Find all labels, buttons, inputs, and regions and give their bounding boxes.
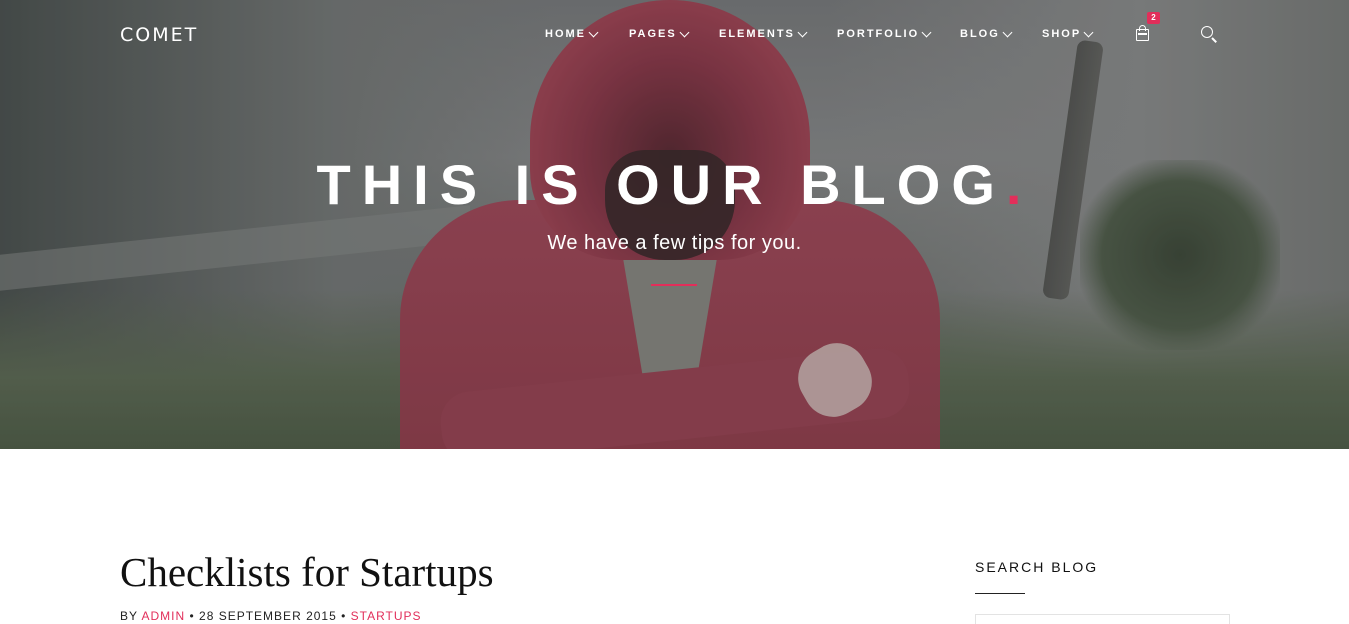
nav-item-label: PORTFOLIO <box>837 28 920 40</box>
post-category-link[interactable]: STARTUPS <box>351 609 422 623</box>
chevron-down-icon <box>797 27 808 37</box>
search-icon[interactable] <box>1200 25 1218 43</box>
nav-item-elements[interactable]: ELEMENTS <box>719 27 808 40</box>
nav-item-shop[interactable]: SHOP <box>1042 27 1094 40</box>
chevron-down-icon <box>921 27 932 37</box>
nav-item-home[interactable]: HOME <box>545 27 599 40</box>
hero-banner <box>0 0 1349 449</box>
blog-search-input[interactable] <box>975 614 1230 624</box>
post-title[interactable]: Checklists for Startups <box>120 548 494 596</box>
chevron-down-icon <box>1002 27 1013 37</box>
nav-item-label: HOME <box>545 28 586 40</box>
post-date: 28 SEPTEMBER 2015 <box>199 609 337 623</box>
hero-title-dot: . <box>1005 153 1033 216</box>
post-meta: BY ADMIN • 28 SEPTEMBER 2015 • STARTUPS <box>120 609 422 623</box>
nav-item-label: BLOG <box>960 28 1000 40</box>
sidebar-title-underline <box>975 593 1025 594</box>
hero-overlay <box>0 0 1349 449</box>
nav-item-label: PAGES <box>629 28 677 40</box>
post-author-link[interactable]: ADMIN <box>141 609 185 623</box>
chevron-down-icon <box>1083 27 1094 37</box>
nav-item-pages[interactable]: PAGES <box>629 27 690 40</box>
cart-count-badge: 2 <box>1147 12 1160 24</box>
post-meta-by: BY <box>120 609 138 623</box>
nav-item-blog[interactable]: BLOG <box>960 27 1013 40</box>
chevron-down-icon <box>588 27 599 37</box>
site-logo[interactable]: COMET <box>120 24 198 46</box>
hero-divider <box>651 284 697 286</box>
sidebar-search-title: SEARCH BLOG <box>975 559 1099 575</box>
nav-item-label: ELEMENTS <box>719 28 795 40</box>
chevron-down-icon <box>679 27 690 37</box>
hero-title-text: THIS IS OUR BLOG <box>316 153 1006 216</box>
nav-item-portfolio[interactable]: PORTFOLIO <box>837 27 932 40</box>
post-meta-separator: • <box>189 609 195 623</box>
post-meta-separator: • <box>341 609 347 623</box>
hero-title: THIS IS OUR BLOG. <box>0 152 1349 217</box>
nav-item-label: SHOP <box>1042 28 1082 40</box>
shopping-bag-icon[interactable] <box>1134 24 1152 42</box>
hero-subtitle: We have a few tips for you. <box>547 232 802 254</box>
